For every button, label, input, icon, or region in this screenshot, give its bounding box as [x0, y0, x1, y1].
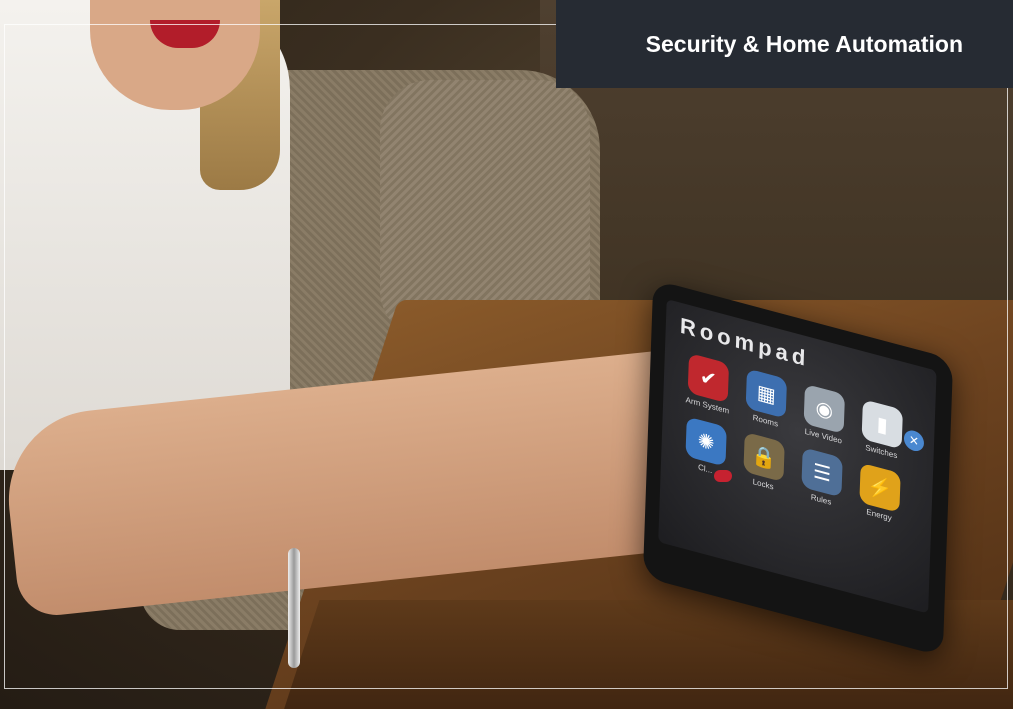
app-tile[interactable]: ▮ Switches — [855, 398, 909, 463]
photo-scene: Roompad ✕ ✔ Arm System ▦ Rooms ◉ Live Video ▮ S… — [0, 0, 1013, 709]
fingernail — [714, 470, 732, 482]
app-tile-label: Rules — [810, 492, 832, 507]
app-tile[interactable]: ◉ Live Video — [797, 382, 851, 447]
gear-icon: ✺ — [685, 416, 727, 467]
grid-icon: ▦ — [745, 368, 788, 419]
app-tile-label: Locks — [752, 477, 774, 492]
title-banner: Security & Home Automation — [556, 0, 1013, 88]
bolt-icon: ⚡ — [859, 462, 901, 513]
app-tile[interactable]: ✔ Arm System — [681, 351, 735, 416]
app-tile[interactable]: ☰ Rules — [795, 446, 849, 511]
app-tile[interactable]: 🔒 Locks — [737, 430, 791, 495]
app-grid: ✔ Arm System ▦ Rooms ◉ Live Video ▮ Switches ✺ Cl… — [679, 351, 913, 527]
camera-icon: ◉ — [803, 383, 845, 435]
banner-title: Security & Home Automation — [645, 30, 963, 57]
bracelet — [288, 548, 300, 668]
scroll-icon: ☰ — [801, 447, 843, 498]
shield-icon: ✔ — [687, 352, 730, 404]
app-tile[interactable]: ⚡ Energy — [853, 461, 907, 526]
app-tile-label: Cl... — [697, 462, 713, 476]
tablet-screen: Roompad ✕ ✔ Arm System ▦ Rooms ◉ Live Video ▮ S… — [658, 299, 937, 614]
app-tile[interactable]: ▦ Rooms — [739, 367, 793, 432]
lock-icon: 🔒 — [743, 431, 785, 483]
switch-icon: ▮ — [861, 399, 903, 450]
